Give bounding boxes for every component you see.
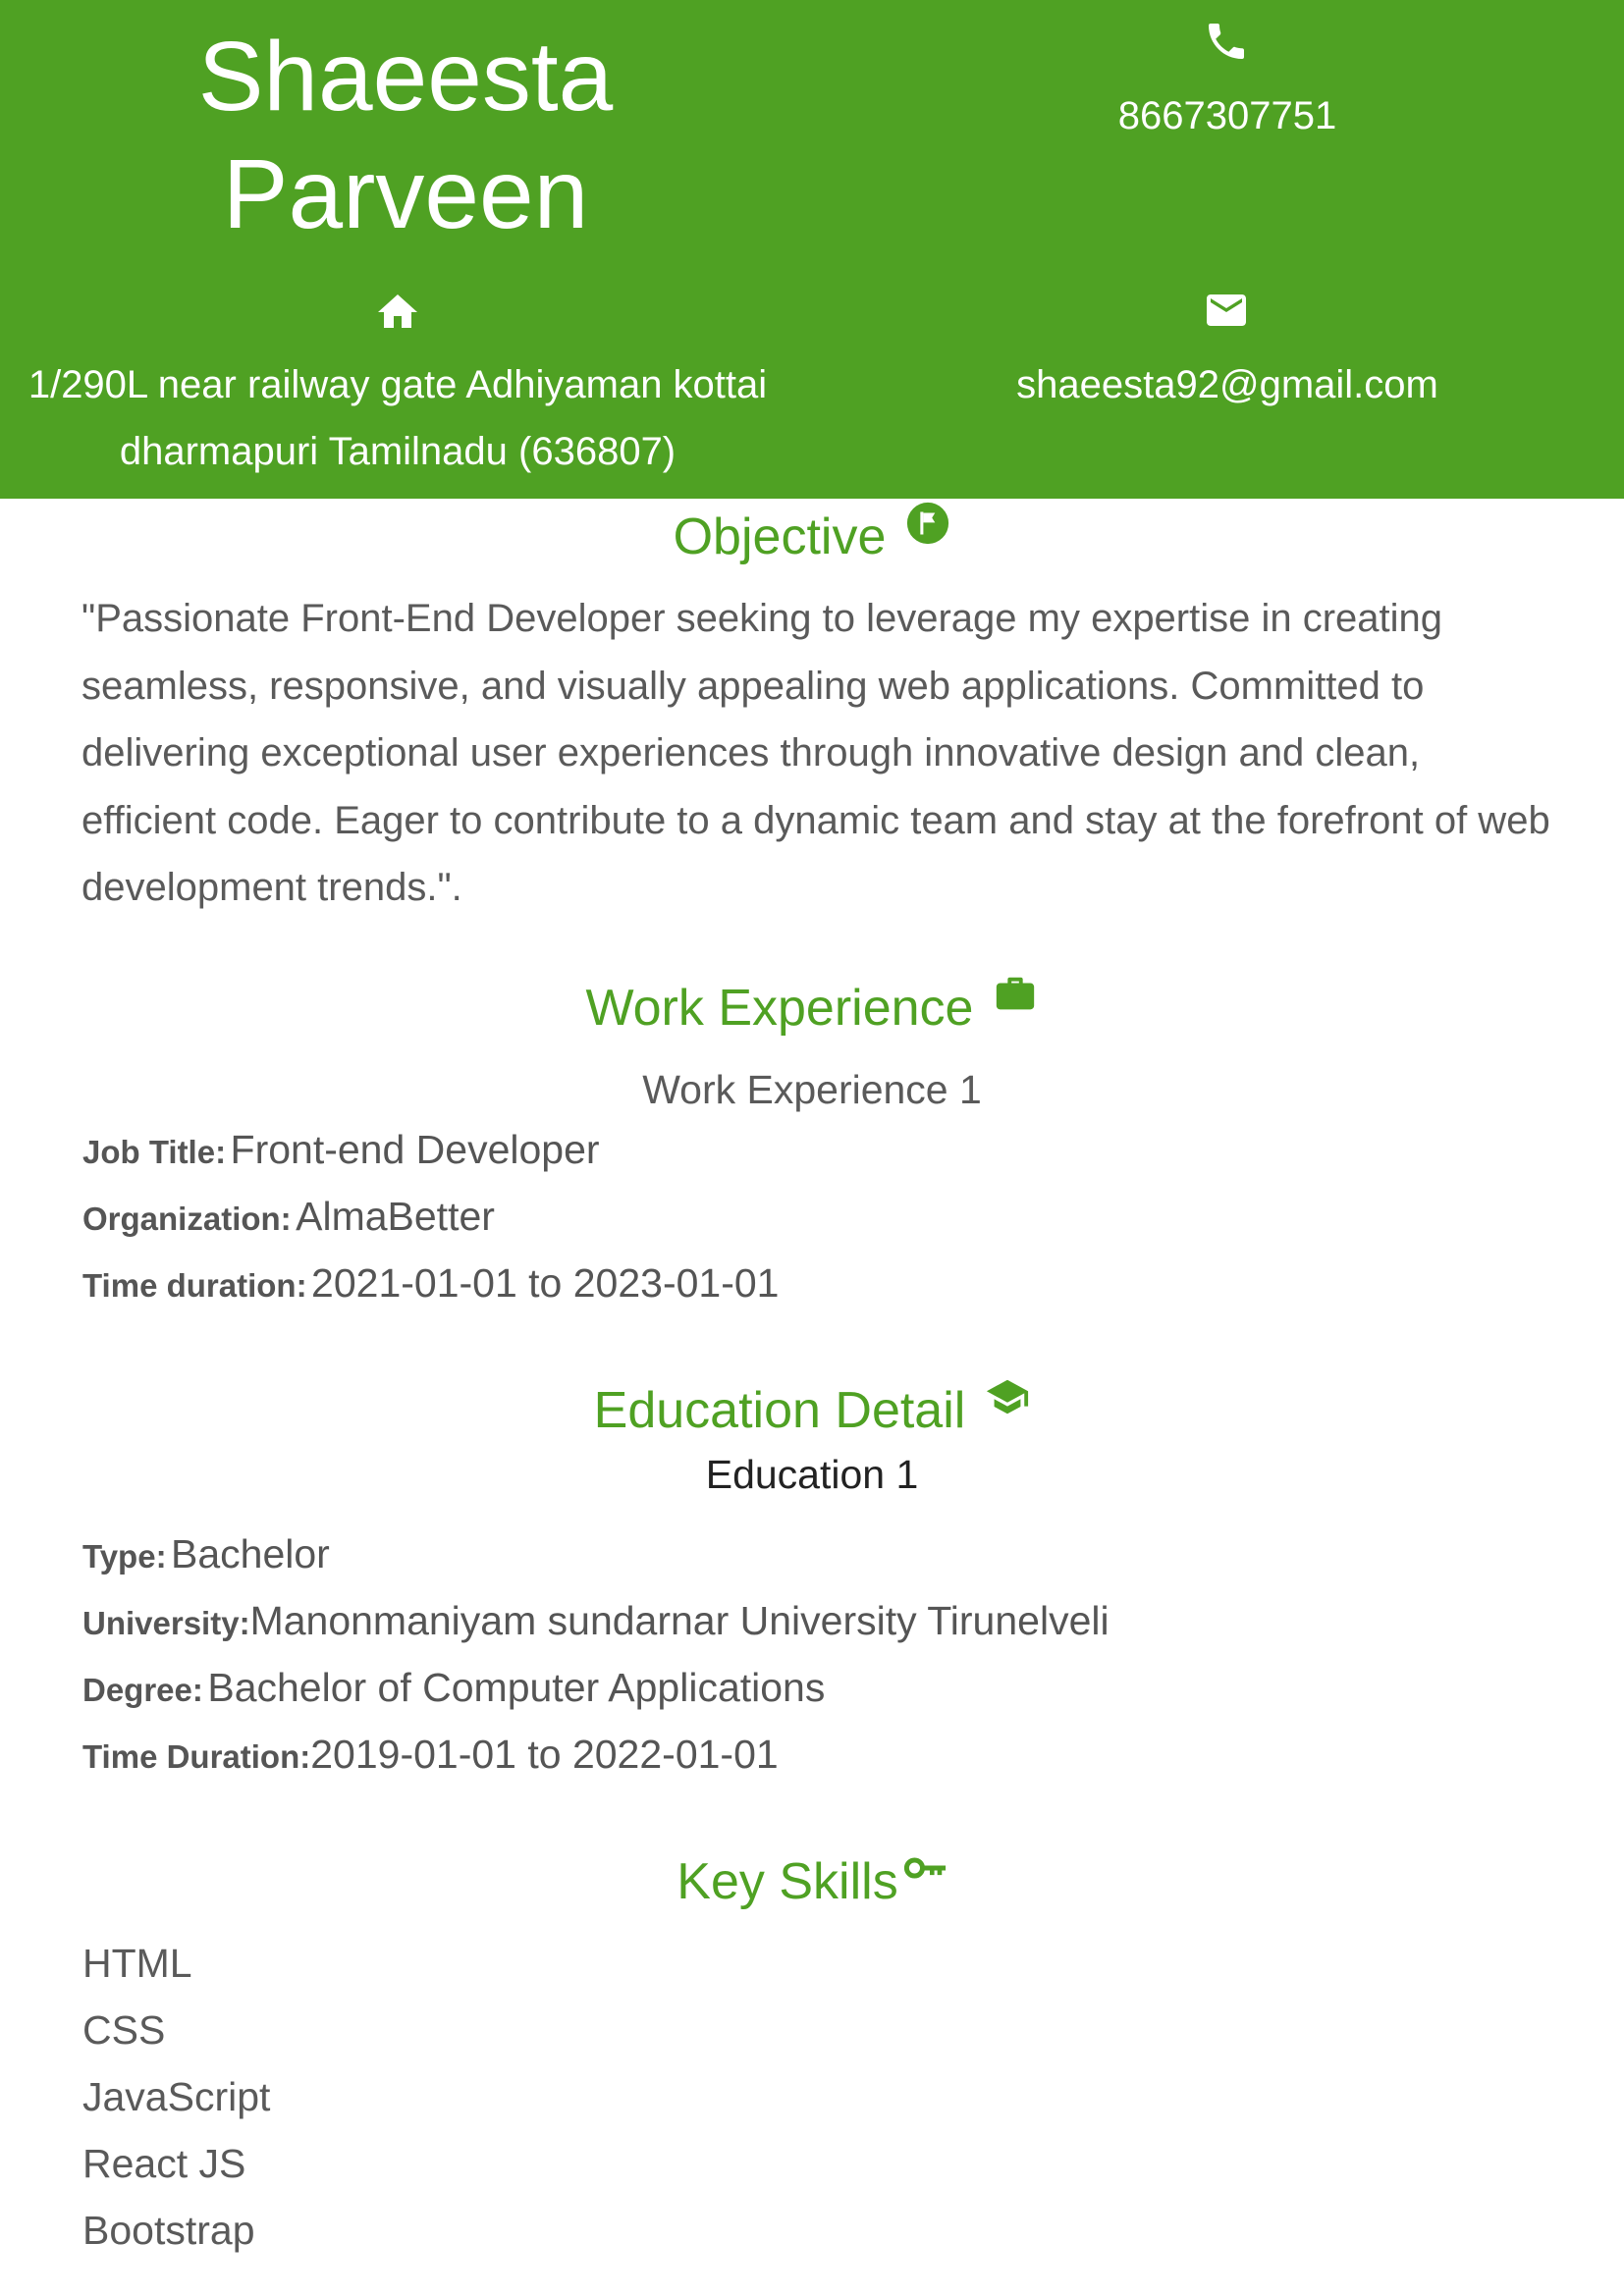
flag-circle-icon: [905, 501, 950, 546]
organization-field: Organization: AlmaBetter: [82, 1194, 495, 1240]
objective-title: Objective: [0, 501, 1624, 568]
education-duration-value: 2019-01-01 to 2022-01-01: [310, 1732, 779, 1777]
email-address[interactable]: shaeesta92@gmail.com: [943, 351, 1512, 418]
key-icon: [902, 1845, 947, 1891]
education-title: Education Detail: [0, 1374, 1624, 1442]
key-skills-title: Key Skills: [0, 1845, 1624, 1913]
skill-item: React JS: [82, 2141, 246, 2186]
work-duration-label: Time duration:: [82, 1267, 307, 1304]
work-duration-field: Time duration: 2021-01-01 to 2023-01-01: [82, 1260, 779, 1307]
degree-value: Bachelor of Computer Applications: [207, 1665, 826, 1710]
job-title-label: Job Title:: [82, 1134, 227, 1170]
home-icon: [374, 289, 421, 336]
work-duration-value: 2021-01-01 to 2023-01-01: [311, 1260, 780, 1306]
email-icon: [1203, 287, 1250, 334]
education-duration-label: Time Duration:: [82, 1738, 311, 1775]
briefcase-icon: [993, 972, 1038, 1017]
degree-label: Degree:: [82, 1672, 203, 1708]
phone-number[interactable]: 8667307751: [992, 82, 1463, 149]
university-value: Manonmaniyam sundarnar University Tirune…: [249, 1598, 1110, 1643]
education-type-field: Type: Bachelor: [82, 1531, 330, 1577]
organization-value: AlmaBetter: [296, 1194, 495, 1239]
phone-icon: [1203, 18, 1250, 65]
work-experience-heading: Work Experience 1: [642, 1067, 982, 1112]
job-title-value: Front-end Developer: [230, 1127, 600, 1172]
first-name: Shaeesta: [197, 22, 614, 132]
resume-header: Shaeesta Parveen 8667307751 1/290L near …: [0, 0, 1624, 499]
objective-text: "Passionate Front-End Developer seeking …: [81, 597, 1550, 909]
candidate-name: Shaeesta Parveen: [0, 18, 811, 253]
skill-item: JavaScript: [82, 2074, 271, 2119]
key-skills-title-text: Key Skills: [677, 1853, 898, 1910]
education-type-label: Type:: [82, 1538, 167, 1575]
degree-field: Degree: Bachelor of Computer Application…: [82, 1665, 825, 1711]
organization-label: Organization:: [82, 1201, 292, 1237]
education-type-value: Bachelor: [171, 1531, 330, 1576]
address-line-1: 1/290L near railway gate Adhiyaman kotta…: [27, 363, 768, 406]
work-experience-title: Work Experience: [0, 972, 1624, 1040]
university-field: University:Manonmaniyam sundarnar Univer…: [82, 1598, 1110, 1644]
job-title-field: Job Title: Front-end Developer: [82, 1127, 600, 1173]
university-label: University:: [82, 1605, 250, 1641]
objective-title-text: Objective: [673, 508, 887, 565]
graduation-cap-icon: [985, 1374, 1030, 1419]
address: 1/290L near railway gate Adhiyaman kotta…: [0, 351, 795, 485]
education-title-text: Education Detail: [593, 1382, 966, 1439]
education-heading: Education 1: [705, 1452, 919, 1497]
skill-item: HTML: [82, 1941, 192, 1986]
address-line-2: dharmapuri Tamilnadu (636807): [119, 430, 677, 473]
skill-item: CSS: [82, 2007, 166, 2053]
last-name: Parveen: [222, 139, 589, 249]
skill-item: Bootstrap: [82, 2208, 255, 2253]
education-duration-field: Time Duration:2019-01-01 to 2022-01-01: [82, 1732, 779, 1778]
work-experience-title-text: Work Experience: [585, 980, 974, 1037]
